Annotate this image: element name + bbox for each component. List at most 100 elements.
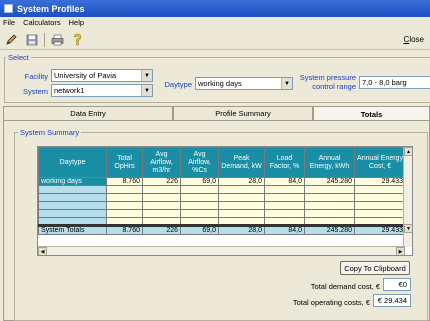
cell-empty[interactable] xyxy=(304,217,355,226)
summary-grid[interactable]: Daytype Total OpHrs Avg Airflow, m3/hr A… xyxy=(37,146,413,256)
cell-empty[interactable] xyxy=(264,209,305,218)
total-operating-costs-field: € 29.434 xyxy=(373,294,411,307)
scroll-down-icon[interactable]: ▼ xyxy=(404,224,412,233)
vertical-scrollbar[interactable]: ▲ ▼ xyxy=(403,147,412,247)
cell-empty[interactable] xyxy=(304,201,355,210)
cell-empty[interactable] xyxy=(180,217,219,226)
header-row: Daytype Total OpHrs Avg Airflow, m3/hr A… xyxy=(38,147,406,178)
title-bar: System Profiles xyxy=(0,0,430,17)
cell-empty[interactable] xyxy=(142,185,181,194)
cell-empty[interactable] xyxy=(180,201,219,210)
col-header-daytype[interactable]: Daytype xyxy=(38,147,107,178)
cell-empty[interactable] xyxy=(304,193,355,202)
menu-file[interactable]: File xyxy=(3,18,15,27)
table-row[interactable]: working days 8.760 226 69,0 28,0 84,0 24… xyxy=(38,177,406,186)
horizontal-scrollbar[interactable]: ◀ ▶ xyxy=(38,246,405,255)
tab-data-entry[interactable]: Data Entry xyxy=(3,106,173,120)
cell-empty[interactable] xyxy=(180,185,219,194)
chevron-down-icon[interactable]: ▼ xyxy=(281,78,292,89)
chevron-down-icon[interactable]: ▼ xyxy=(141,70,152,81)
cell-avg-airflow-m3hr[interactable]: 226 xyxy=(142,177,181,186)
cell-empty[interactable] xyxy=(218,217,265,226)
cell-peak-demand[interactable]: 28,0 xyxy=(218,177,265,186)
table-row-empty[interactable] xyxy=(38,209,406,218)
col-header-annual-energy[interactable]: Annual Energy, kWh xyxy=(304,147,355,178)
daytype-select[interactable]: working days ▼ xyxy=(195,77,293,90)
cell-empty[interactable] xyxy=(354,201,406,210)
menu-help[interactable]: Help xyxy=(69,18,84,27)
tab-totals[interactable]: Totals xyxy=(313,106,430,121)
cell-empty[interactable] xyxy=(304,209,355,218)
cell-empty[interactable] xyxy=(106,185,143,194)
cell-load-factor[interactable]: 84,0 xyxy=(264,177,305,186)
scroll-up-icon[interactable]: ▲ xyxy=(404,147,412,156)
col-header-avg-airflow-pct[interactable]: Avg Airflow, %Cs xyxy=(180,147,219,178)
total-operating-costs-value: € 29.434 xyxy=(377,296,407,305)
scroll-left-icon[interactable]: ◀ xyxy=(38,247,47,255)
system-label: System xyxy=(22,87,48,96)
cell-empty[interactable] xyxy=(354,185,406,194)
table-row-empty[interactable] xyxy=(38,193,406,202)
cell-empty[interactable] xyxy=(38,185,107,194)
table-row-empty[interactable] xyxy=(38,201,406,210)
cell-empty[interactable] xyxy=(38,193,107,202)
cell-empty[interactable] xyxy=(264,193,305,202)
edit-pencil-icon[interactable] xyxy=(4,32,19,47)
cell-empty[interactable] xyxy=(180,209,219,218)
cell-empty[interactable] xyxy=(106,193,143,202)
cell-empty[interactable] xyxy=(354,193,406,202)
tab-profile-summary-label: Profile Summary xyxy=(215,109,271,118)
daytype-select-value: working days xyxy=(198,79,242,88)
cell-empty[interactable] xyxy=(142,209,181,218)
facility-select[interactable]: University of Pavia ▼ xyxy=(51,69,153,82)
tab-data-entry-label: Data Entry xyxy=(70,109,106,118)
cell-empty[interactable] xyxy=(218,193,265,202)
cell-empty[interactable] xyxy=(264,217,305,226)
col-header-avg-airflow-m3hr[interactable]: Avg Airflow, m3/hr xyxy=(142,147,181,178)
table-row-empty[interactable] xyxy=(38,217,406,226)
cell-avg-airflow-pct[interactable]: 69,0 xyxy=(180,177,219,186)
cell-empty[interactable] xyxy=(38,217,107,226)
print-icon[interactable] xyxy=(50,32,65,47)
cell-empty[interactable] xyxy=(218,185,265,194)
cell-empty[interactable] xyxy=(218,201,265,210)
cell-empty[interactable] xyxy=(264,201,305,210)
cell-empty[interactable] xyxy=(142,217,181,226)
system-select-value: network1 xyxy=(54,86,85,95)
close-button[interactable]: Close xyxy=(398,31,430,47)
help-icon[interactable] xyxy=(70,32,85,47)
col-header-annual-energy-cost[interactable]: Annual Energy Cost, € xyxy=(354,147,406,178)
cell-empty[interactable] xyxy=(354,209,406,218)
cell-daytype[interactable]: working days xyxy=(38,177,107,186)
cell-empty[interactable] xyxy=(106,209,143,218)
window-title: System Profiles xyxy=(17,3,85,14)
cell-empty[interactable] xyxy=(180,193,219,202)
copy-to-clipboard-button[interactable]: Copy To Clipboard xyxy=(340,261,410,275)
cell-empty[interactable] xyxy=(142,201,181,210)
cell-annual-energy-cost[interactable]: 29.433 xyxy=(354,177,406,186)
tab-profile-summary[interactable]: Profile Summary xyxy=(173,106,313,120)
chevron-down-icon[interactable]: ▼ xyxy=(141,85,152,96)
col-header-peak-demand[interactable]: Peak Demand, kW xyxy=(218,147,265,178)
cell-empty[interactable] xyxy=(264,185,305,194)
system-select[interactable]: network1 ▼ xyxy=(51,84,153,97)
cell-empty[interactable] xyxy=(354,217,406,226)
totals-cell-annual-energy-cost: 29.433 xyxy=(354,224,406,235)
table-row-empty[interactable] xyxy=(38,185,406,194)
cell-empty[interactable] xyxy=(38,201,107,210)
cell-total-ophrs[interactable]: 8.760 xyxy=(106,177,143,186)
cell-empty[interactable] xyxy=(38,209,107,218)
menu-calculators[interactable]: Calculators xyxy=(23,18,61,27)
col-header-load-factor[interactable]: Load Factor, % xyxy=(264,147,305,178)
col-header-total-ophrs[interactable]: Total OpHrs xyxy=(106,147,143,178)
scroll-right-icon[interactable]: ▶ xyxy=(396,247,405,255)
cell-empty[interactable] xyxy=(218,209,265,218)
cell-empty[interactable] xyxy=(304,185,355,194)
cell-empty[interactable] xyxy=(142,193,181,202)
totals-cell-peak-demand: 28,0 xyxy=(218,224,265,235)
cell-annual-energy[interactable]: 245.280 xyxy=(304,177,355,186)
save-icon[interactable] xyxy=(24,32,39,47)
cell-empty[interactable] xyxy=(106,201,143,210)
pressure-range-field[interactable]: 7,0 - 8,0 barg xyxy=(359,76,430,89)
cell-empty[interactable] xyxy=(106,217,143,226)
